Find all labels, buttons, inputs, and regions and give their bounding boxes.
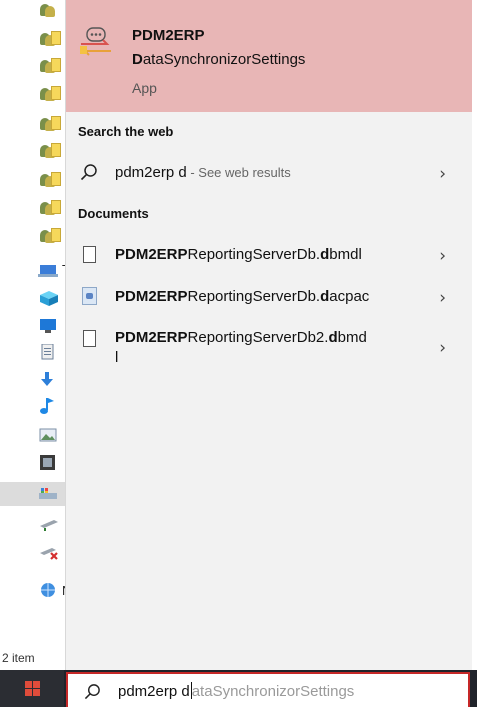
user-group-icon[interactable] (38, 143, 61, 159)
search-icon (80, 164, 97, 181)
network-icon[interactable] (38, 582, 60, 598)
app-title-line2: DataSynchronizorSettings (132, 51, 305, 68)
user-group-icon[interactable] (38, 172, 61, 188)
app-title-match: D (132, 51, 143, 68)
doc-name-match2: d (328, 329, 338, 346)
document-result[interactable]: PDM2ERPReportingServerDb.dbmdl › (66, 238, 472, 272)
downloads-folder-icon[interactable] (38, 372, 60, 388)
doc-name-mid: ReportingServerDb. (187, 246, 321, 263)
search-results-panel: PDM2ERP DataSynchronizorSettings App Sea… (66, 0, 472, 670)
music-folder-icon[interactable] (38, 398, 60, 414)
doc-name-match2: d (320, 288, 330, 305)
dacpac-icon (82, 287, 97, 305)
network-drive-icon[interactable] (38, 516, 60, 532)
chevron-right-icon[interactable]: › (439, 338, 446, 358)
document-name: PDM2ERPReportingServerDb.dbmdl (115, 246, 362, 263)
doc-name-match: PDM2ERP (115, 246, 188, 263)
windows-logo-icon (25, 681, 40, 696)
status-bar-item-count: 2 item (2, 651, 35, 665)
desktop-folder-icon[interactable] (38, 318, 60, 334)
search-input[interactable]: pdm2erp d ataSynchronizorSettings (118, 682, 354, 700)
app-title-rest: ataSynchronizorSettings (142, 51, 306, 68)
web-query: pdm2erp d (115, 164, 187, 181)
chevron-right-icon[interactable]: › (439, 164, 446, 184)
disconnected-drive-icon[interactable] (38, 544, 60, 560)
doc-name-match: PDM2ERP (115, 329, 188, 346)
app-sync-icon (80, 27, 111, 56)
user-group-icon[interactable] (38, 2, 60, 18)
app-title-line1: PDM2ERP (132, 27, 205, 44)
search-icon (84, 684, 100, 700)
web-hint: - See web results (186, 165, 291, 180)
doc-name-rest: bmdl (329, 246, 362, 263)
web-result-text: pdm2erp d - See web results (115, 164, 291, 181)
web-search-result[interactable]: pdm2erp d - See web results › (66, 156, 472, 190)
document-result[interactable]: PDM2ERPReportingServerDb.dacpac › (66, 280, 472, 314)
this-pc-icon[interactable] (38, 264, 60, 280)
explorer-background: T N 2 item (0, 0, 71, 670)
search-typed-text: pdm2erp d (118, 683, 190, 700)
search-suggestion: ataSynchronizorSettings (191, 683, 355, 700)
doc-name-rest: bmd (337, 329, 367, 346)
document-icon (83, 330, 96, 347)
doc-name-match: PDM2ERP (115, 288, 188, 305)
doc-name-mid: ReportingServerDb2. (187, 329, 329, 346)
document-name: PDM2ERPReportingServerDb.dacpac (115, 288, 369, 305)
doc-name-rest: acpac (329, 288, 370, 305)
user-group-icon[interactable] (38, 86, 61, 102)
best-match-result[interactable]: PDM2ERP DataSynchronizorSettings App (66, 0, 472, 112)
doc-name-mid: ReportingServerDb. (187, 288, 321, 305)
3d-objects-icon[interactable] (38, 290, 60, 306)
local-disk-icon[interactable] (38, 486, 60, 502)
chevron-right-icon[interactable]: › (439, 246, 446, 266)
app-type-label: App (132, 80, 157, 96)
search-web-header: Search the web (78, 124, 174, 139)
start-button[interactable] (0, 670, 64, 707)
doc-name-wrap: l (115, 349, 119, 366)
doc-name-match2: d (320, 246, 330, 263)
user-group-icon[interactable] (38, 58, 61, 74)
documents-folder-icon[interactable] (38, 343, 60, 360)
taskbar-search-box[interactable]: pdm2erp d ataSynchronizorSettings (66, 672, 470, 707)
user-group-icon[interactable] (38, 228, 61, 244)
document-icon (83, 246, 96, 263)
document-name: PDM2ERPReportingServerDb2.dbmd l (115, 328, 367, 368)
user-group-icon[interactable] (38, 200, 61, 216)
user-group-icon[interactable] (38, 31, 61, 47)
user-group-icon[interactable] (38, 116, 61, 132)
chevron-right-icon[interactable]: › (439, 288, 446, 308)
pictures-folder-icon[interactable] (38, 428, 60, 444)
document-result[interactable]: PDM2ERPReportingServerDb2.dbmd l › (66, 322, 472, 372)
documents-header: Documents (78, 206, 149, 221)
videos-folder-icon[interactable] (38, 455, 60, 471)
